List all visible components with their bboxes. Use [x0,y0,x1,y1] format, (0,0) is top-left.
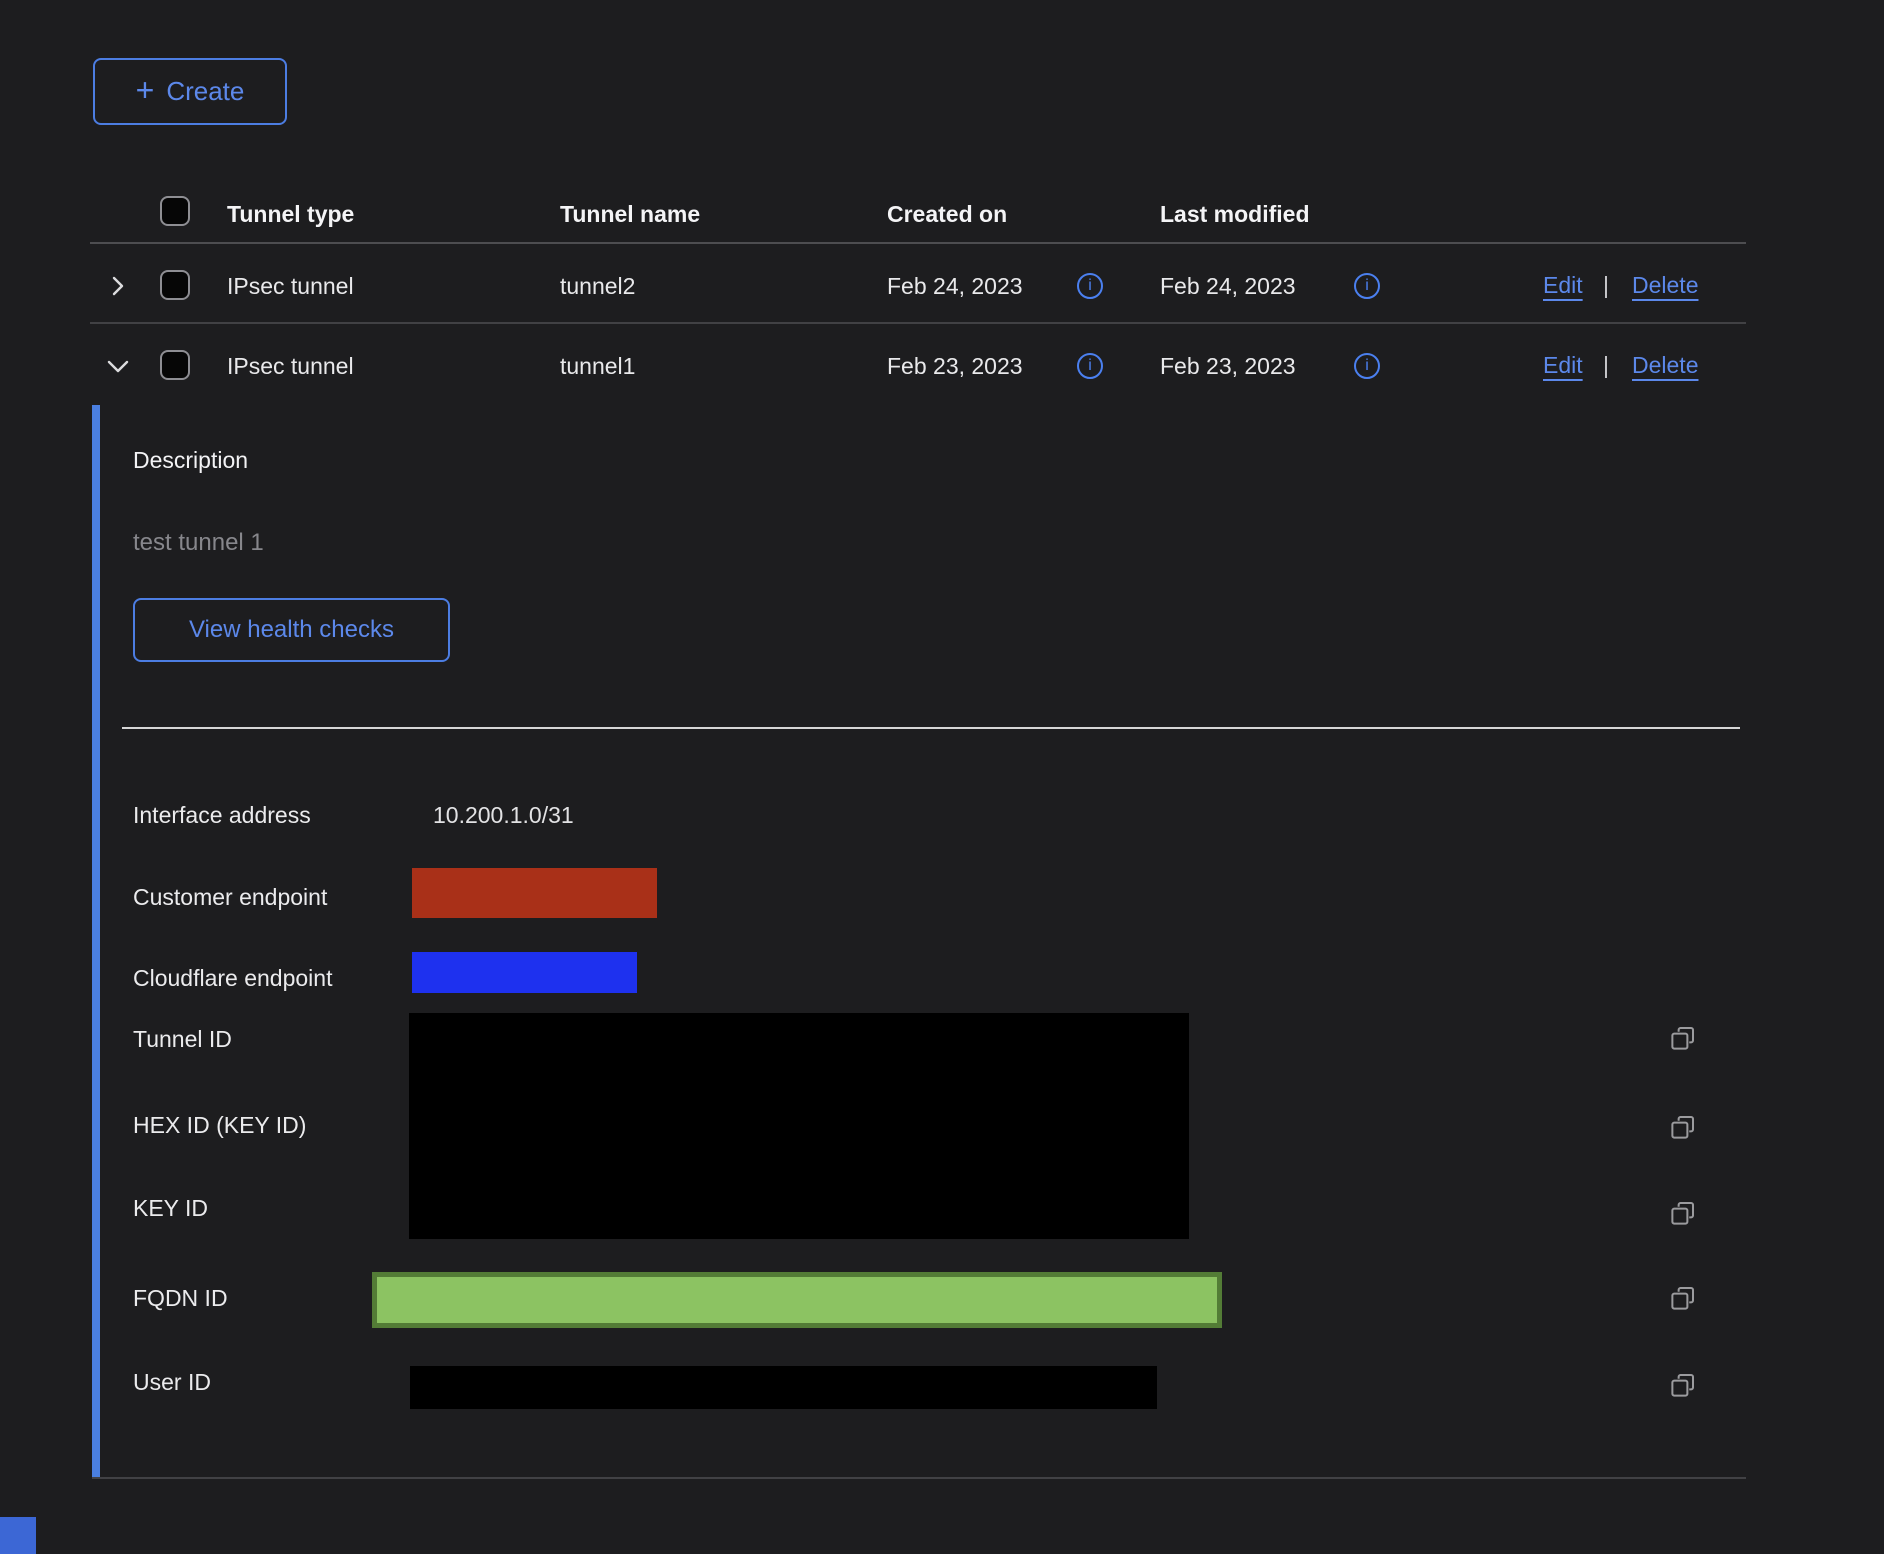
row1-tunnel-type: IPsec tunnel [227,272,354,300]
key-id-copy-icon[interactable] [1668,1198,1698,1228]
corner-indicator [0,1517,36,1554]
header-tunnel-type: Tunnel type [227,200,354,228]
view-health-checks-label: View health checks [189,616,394,644]
row1-tunnel-name: tunnel2 [560,272,635,300]
customer-endpoint-redacted-value [412,868,657,918]
description-label: Description [133,446,248,474]
user-id-label: User ID [133,1368,211,1396]
row1-action-separator: | [1603,272,1609,299]
interface-address-value: 10.200.1.0/31 [433,801,574,829]
row2-created-info-icon[interactable]: i [1077,353,1103,379]
row1-modified-info-icon[interactable]: i [1354,273,1380,299]
row2-created-on: Feb 23, 2023 [887,352,1023,380]
cloudflare-endpoint-label: Cloudflare endpoint [133,964,332,992]
table-bottom-divider [92,1477,1746,1479]
header-divider [90,242,1746,244]
row2-action-separator: | [1603,352,1609,379]
row1-expand-chevron-right-icon[interactable] [105,274,129,303]
hex-id-copy-icon[interactable] [1668,1112,1698,1142]
row2-delete-link[interactable]: Delete [1632,352,1698,379]
row1-last-modified: Feb 24, 2023 [1160,272,1296,300]
key-id-label: KEY ID [133,1194,208,1222]
header-tunnel-name: Tunnel name [560,200,700,228]
plus-icon: + [136,74,155,106]
row-divider [90,322,1746,324]
row1-delete-link[interactable]: Delete [1632,272,1698,299]
tunnels-page: + Create Tunnel type Tunnel name Created… [0,0,1884,1554]
fqdn-id-copy-icon[interactable] [1668,1283,1698,1313]
row1-checkbox[interactable] [160,270,190,300]
row2-edit-link[interactable]: Edit [1543,352,1583,379]
hex-id-label: HEX ID (KEY ID) [133,1111,306,1139]
row2-checkbox[interactable] [160,350,190,380]
tunnel-id-label: Tunnel ID [133,1025,232,1053]
user-id-copy-icon[interactable] [1668,1370,1698,1400]
row2-last-modified: Feb 23, 2023 [1160,352,1296,380]
row2-tunnel-type: IPsec tunnel [227,352,354,380]
view-health-checks-button[interactable]: View health checks [133,598,450,662]
row1-edit-link[interactable]: Edit [1543,272,1583,299]
customer-endpoint-label: Customer endpoint [133,883,327,911]
section-divider [122,727,1740,729]
user-id-redacted-value [410,1366,1157,1409]
cloudflare-endpoint-redacted-value [412,952,637,993]
interface-address-label: Interface address [133,801,311,829]
tunnel-id-copy-icon[interactable] [1668,1023,1698,1053]
header-last-modified: Last modified [1160,200,1310,228]
row1-created-info-icon[interactable]: i [1077,273,1103,299]
expanded-row-accent-bar [92,405,100,1478]
row2-modified-info-icon[interactable]: i [1354,353,1380,379]
description-value: test tunnel 1 [133,529,264,557]
create-button[interactable]: + Create [93,58,287,125]
select-all-checkbox[interactable] [160,196,190,226]
row2-collapse-chevron-down-icon[interactable] [105,354,131,383]
header-created-on: Created on [887,200,1007,228]
row2-tunnel-name: tunnel1 [560,352,635,380]
ids-redacted-value [409,1013,1189,1239]
fqdn-id-label: FQDN ID [133,1284,228,1312]
row1-created-on: Feb 24, 2023 [887,272,1023,300]
create-button-label: Create [166,76,244,107]
fqdn-id-redacted-value [372,1272,1222,1328]
